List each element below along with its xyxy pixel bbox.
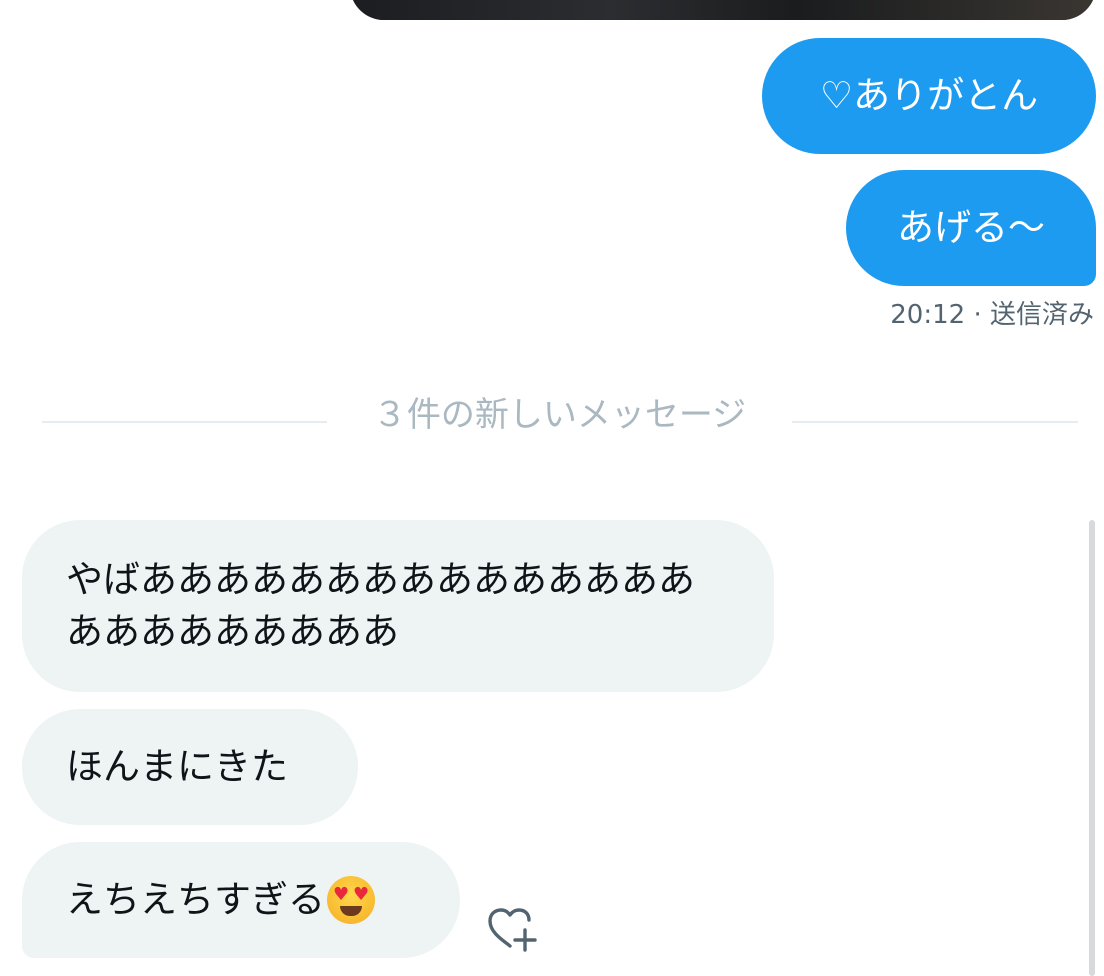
shared-media-preview[interactable] [350,0,1096,20]
new-messages-label: ３件の新しいメッセージ [372,395,747,435]
heart-eye-icon: ♥ [353,884,370,905]
message-text: やばああああああああああああああああああああああああ [66,558,695,653]
sent-status: · 送信済み [973,300,1094,330]
outgoing-message[interactable]: ♡ありがとん [762,38,1096,154]
message-text: ♡ありがとん [819,74,1039,117]
outgoing-message[interactable]: あげる〜 [846,170,1096,286]
emoji-mouth [340,906,362,916]
message-text: えちえちすぎる [66,878,325,921]
divider-line [42,421,327,423]
message-text: あげる〜 [897,206,1045,249]
message-meta: 20:12 · 送信済み [890,298,1094,332]
incoming-message[interactable]: えちえちすぎる ♥ ♥ [22,842,460,958]
incoming-message[interactable]: ほんまにきた [22,709,358,825]
new-messages-divider: ３件の新しいメッセージ [42,390,1078,440]
dm-conversation: ♡ありがとん あげる〜 20:12 · 送信済み ３件の新しいメッセージ やばあ… [0,0,1104,976]
divider-line [792,421,1078,423]
add-reaction-button[interactable] [484,902,542,956]
add-reaction-heart-icon [488,908,537,952]
heart-eyes-emoji: ♥ ♥ [327,876,375,924]
heart-eye-icon: ♥ [333,884,350,905]
incoming-message[interactable]: やばああああああああああああああああああああああああ [22,520,774,692]
scrollbar[interactable] [1089,520,1095,976]
media-image [350,0,1096,20]
message-text: ほんまにきた [66,745,288,788]
sent-time: 20:12 [890,300,966,330]
